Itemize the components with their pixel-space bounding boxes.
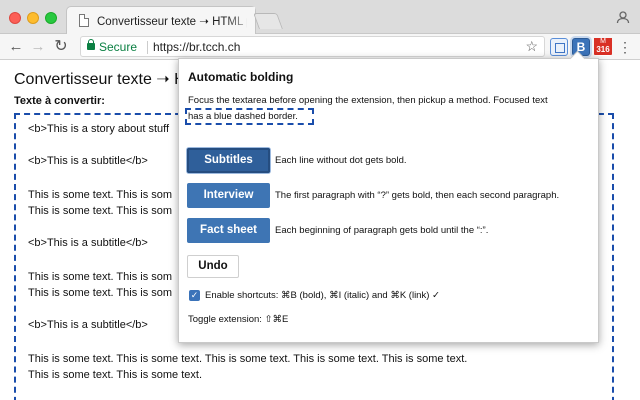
bolding-popup: Automatic bolding Focus the textarea bef…	[178, 58, 599, 343]
interview-description: The first paragraph with “?” gets bold, …	[275, 190, 560, 201]
close-window-button[interactable]	[9, 12, 21, 24]
back-arrow-icon[interactable]: ←	[6, 37, 26, 57]
subtitles-description: Each line without dot gets bold.	[275, 155, 407, 166]
lock-icon	[87, 39, 95, 50]
textarea-line: This is some text. This is som	[28, 189, 173, 201]
interview-button[interactable]: Interview	[187, 183, 270, 208]
extension-window-icon[interactable]	[550, 38, 568, 56]
bookmark-star-icon[interactable]: ☆	[525, 38, 538, 55]
textarea-line: This is some text. This is som	[28, 205, 173, 217]
menu-dots-icon[interactable]: ⋮	[618, 38, 632, 56]
shortcuts-label: Enable shortcuts: ⌘B (bold), ⌘I (italic)…	[205, 290, 440, 301]
popup-title: Automatic bolding	[188, 70, 294, 84]
page-title: Convertisseur texte ➝ H	[14, 71, 186, 88]
forward-arrow-icon[interactable]: →	[28, 37, 48, 57]
textarea-line: This is some text. This is som	[28, 271, 173, 283]
textarea-line: <b>This is a subtitle</b>	[28, 319, 148, 331]
textarea-line: <b>This is a subtitle</b>	[28, 155, 148, 167]
profile-icon[interactable]	[616, 10, 630, 24]
browser-toolbar: ← → ↻ Secure https://br.tcch.ch ☆ B M 31…	[0, 34, 640, 60]
undo-button[interactable]: Undo	[187, 255, 239, 278]
document-icon	[79, 14, 89, 27]
textarea-line: This is some text. This is som	[28, 287, 173, 299]
address-bar[interactable]: Secure https://br.tcch.ch ☆	[80, 36, 545, 57]
popup-description-line2: has a blue dashed border.	[188, 111, 298, 122]
textarea-line: <b>This is a subtitle</b>	[28, 237, 148, 249]
shortcuts-checkbox[interactable]: ✓	[189, 290, 200, 301]
reload-icon[interactable]: ↻	[51, 37, 71, 57]
new-tab-button[interactable]	[253, 13, 283, 29]
textarea-line: <b>This is a story about stuff	[28, 123, 170, 135]
gmail-badge: 316	[594, 45, 612, 55]
url-text[interactable]: https://br.tcch.ch	[153, 40, 240, 54]
tab-bar: Convertisseur texte ➝ HTML p	[0, 0, 640, 34]
maximize-window-button[interactable]	[45, 12, 57, 24]
fact-sheet-button[interactable]: Fact sheet	[187, 218, 270, 243]
toggle-extension-label: Toggle extension: ⇧⌘E	[188, 314, 289, 325]
textarea-line: This is some text. This is some text. Th…	[28, 353, 468, 365]
browser-tab[interactable]: Convertisseur texte ➝ HTML p	[66, 6, 256, 34]
popup-description: Focus the textarea before opening the ex…	[188, 95, 548, 106]
secure-label: Secure	[99, 40, 138, 54]
textarea-label: Texte à convertir:	[14, 95, 105, 107]
subtitles-button[interactable]: Subtitles	[187, 148, 270, 173]
fact-sheet-description: Each beginning of paragraph gets bold un…	[275, 225, 489, 236]
textarea-line: This is some text. This is some text.	[28, 369, 203, 381]
minimize-window-button[interactable]	[27, 12, 39, 24]
gmail-extension-icon[interactable]: M 316	[594, 38, 612, 56]
